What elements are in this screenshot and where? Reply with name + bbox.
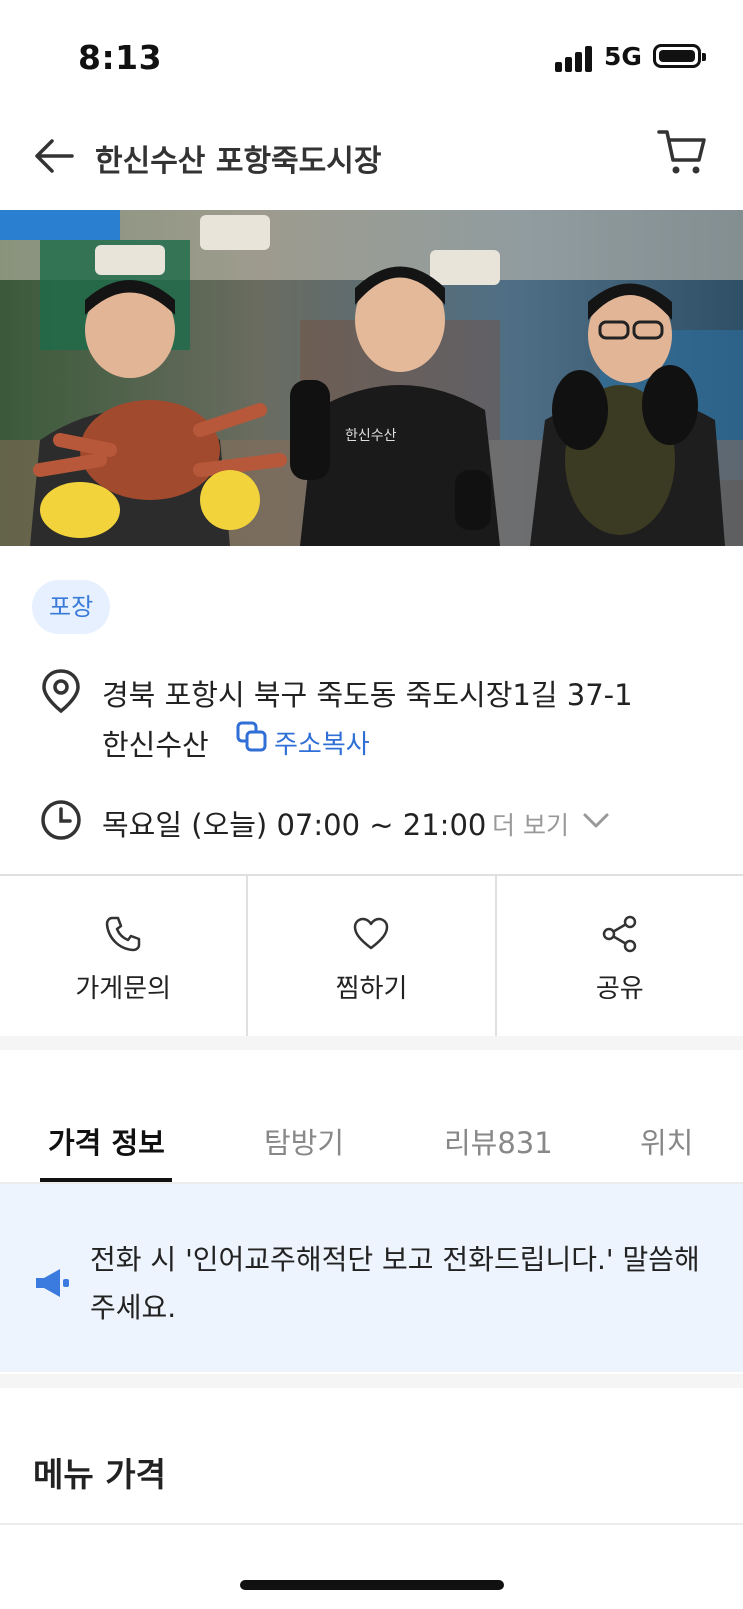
takeout-tag: 포장 <box>32 580 111 634</box>
favorite-label: 찜하기 <box>335 974 408 1004</box>
tab-location[interactable]: 위치 <box>640 1120 693 1162</box>
top-nav: 한신수산 포항죽도시장 <box>0 110 743 210</box>
tab-bar: 가격 정보 탐방기 리뷰831 위치 <box>0 1100 743 1184</box>
more-hours-button[interactable]: 더 보기 <box>492 806 569 842</box>
action-bar: 가게문의 찜하기 공유 <box>0 874 743 1038</box>
megaphone-icon <box>36 1269 69 1297</box>
notice-text: 전화 시 '인어교주해적단 보고 전화드립니다.' 말씀해 주세요. <box>90 1243 700 1324</box>
signal-icon <box>555 46 595 72</box>
status-time: 8:13 <box>78 38 163 77</box>
divider <box>0 1523 743 1525</box>
inquiry-label: 가게문의 <box>75 974 171 1004</box>
inquiry-button[interactable]: 가게문의 <box>0 876 249 1036</box>
address-line-2: 한신수산 <box>102 728 209 762</box>
favorite-button[interactable]: 찜하기 <box>248 876 497 1036</box>
status-bar: 8:13 5G <box>0 0 743 110</box>
phone-icon <box>105 916 141 952</box>
active-tab-indicator <box>40 1178 172 1182</box>
address-line-1: 경북 포항시 북구 죽도동 죽도시장1길 37-1 <box>102 678 633 712</box>
battery-icon <box>653 44 706 68</box>
chevron-down-icon[interactable] <box>582 811 610 831</box>
section-divider <box>0 1374 743 1388</box>
heart-icon <box>354 917 389 950</box>
page-title: 한신수산 포항죽도시장 <box>95 144 382 179</box>
clock-icon <box>41 800 81 840</box>
back-arrow-icon[interactable] <box>30 132 78 180</box>
tab-visit-log[interactable]: 탐방기 <box>264 1120 344 1162</box>
copy-icon[interactable] <box>235 720 269 754</box>
network-label: 5G <box>604 42 642 71</box>
tab-price-info[interactable]: 가격 정보 <box>48 1120 165 1162</box>
section-divider <box>0 1036 743 1050</box>
shirt-logo-text: 한신수산 <box>345 428 397 444</box>
tab-reviews[interactable]: 리뷰831 <box>444 1120 553 1162</box>
business-hours: 목요일 (오늘) 07:00 ~ 21:00 <box>102 808 487 842</box>
menu-price-heading: 메뉴 가격 <box>33 1455 166 1494</box>
share-label: 공유 <box>595 974 644 1004</box>
cart-icon[interactable] <box>656 126 708 178</box>
copy-address-button[interactable]: 주소복사 <box>274 724 370 761</box>
share-button[interactable]: 공유 <box>497 876 743 1036</box>
location-pin-icon <box>42 669 80 714</box>
notice-banner: 전화 시 '인어교주해적단 보고 전화드립니다.' 말씀해 주세요. <box>0 1184 743 1372</box>
home-indicator <box>240 1580 504 1590</box>
share-icon <box>602 915 637 953</box>
store-photo: 한신수산 <box>0 210 743 546</box>
